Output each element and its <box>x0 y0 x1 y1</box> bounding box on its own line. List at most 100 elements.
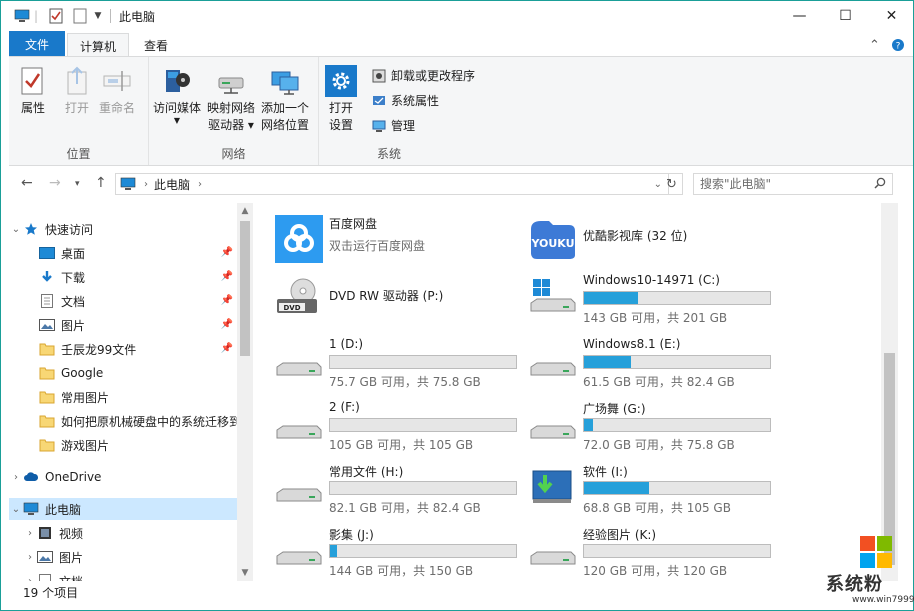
drive-tile-d[interactable]: 1 (D:) 75.7 GB 可用，共 75.8 GB <box>261 329 521 389</box>
search-input[interactable] <box>700 177 860 191</box>
nav-item-documents[interactable]: 文档 📌 <box>9 290 237 312</box>
app-tile-baidu[interactable]: 百度网盘 双击运行百度网盘 <box>261 207 521 263</box>
nav-item-folder-migrate[interactable]: 如何把原机械硬盘中的系统迁移到 <box>9 410 237 432</box>
settings-gear-icon <box>325 65 357 97</box>
item-count: 19 个项目 <box>23 585 79 600</box>
star-icon <box>23 221 39 237</box>
search-icon[interactable] <box>874 177 886 192</box>
tab-file[interactable]: 文件 <box>9 31 65 57</box>
scroll-up-icon[interactable]: ▲ <box>237 203 253 219</box>
tab-computer[interactable]: 计算机 <box>67 33 129 58</box>
collapse-ribbon-icon[interactable]: ⌃ <box>869 38 880 53</box>
pin-icon[interactable]: 📌 <box>221 343 233 354</box>
this-pc-icon[interactable] <box>13 7 31 25</box>
pin-icon[interactable]: 📌 <box>221 247 233 258</box>
nav-this-pc[interactable]: ⌄ 此电脑 <box>9 498 237 520</box>
nav-pc-videos[interactable]: › 视频 <box>9 522 237 544</box>
expand-chevron-icon[interactable]: ⌄ <box>9 504 23 515</box>
nav-item-folder-common-pics[interactable]: 常用图片 <box>9 386 237 408</box>
video-icon <box>37 525 53 541</box>
nav-item-folder-game-pics[interactable]: 游戏图片 <box>9 434 237 456</box>
back-arrow-icon[interactable]: ← <box>21 175 33 191</box>
folder-icon <box>39 389 55 405</box>
recent-locations-chevron-icon[interactable]: ▾ <box>75 179 80 189</box>
nav-pc-documents[interactable]: › 文档 <box>9 570 237 581</box>
add-network-location-button[interactable]: 添加一个 网络位置 <box>261 65 309 134</box>
open-settings-button[interactable]: 打开 设置 <box>325 65 357 134</box>
up-arrow-icon[interactable]: ↑ <box>95 175 107 191</box>
minimize-button[interactable]: — <box>777 1 822 31</box>
drive-usage-bar <box>583 291 771 305</box>
tab-view[interactable]: 查看 <box>131 33 181 57</box>
nav-item-label: 常用图片 <box>61 390 110 405</box>
uninstall-button[interactable]: 卸载或更改程序 <box>371 67 475 84</box>
pin-icon[interactable]: 📌 <box>221 319 233 330</box>
ribbon: 属性 打开 重命名 位置 访问媒体 ▼ 映射网络 驱动器 ▾ 添加一个 网络位置… <box>9 56 913 166</box>
drive-tile-g[interactable]: 广场舞 (G:) 72.0 GB 可用，共 75.8 GB <box>515 392 775 452</box>
content-scroll-thumb[interactable] <box>884 353 895 565</box>
nav-onedrive[interactable]: › OneDrive <box>9 466 237 488</box>
expand-chevron-icon[interactable]: › <box>23 528 37 539</box>
expand-chevron-icon[interactable]: ⌄ <box>9 224 23 235</box>
drive-tile-j[interactable]: 影集 (J:) 144 GB 可用，共 150 GB <box>261 518 521 578</box>
drive-name: 1 (D:) <box>329 337 364 351</box>
system-properties-icon <box>371 93 387 109</box>
content-scrollbar[interactable] <box>881 203 898 581</box>
drive-tile-h[interactable]: 常用文件 (H:) 82.1 GB 可用，共 82.4 GB <box>261 455 521 515</box>
drive-usage-bar <box>329 481 517 495</box>
new-folder-qa-icon[interactable] <box>71 7 89 25</box>
rename-icon <box>101 65 133 97</box>
pin-icon[interactable]: 📌 <box>221 271 233 282</box>
pin-icon[interactable]: 📌 <box>221 295 233 306</box>
customize-qa-icon[interactable]: ▼ <box>91 7 105 25</box>
drive-tile-e[interactable]: Windows8.1 (E:) 61.5 GB 可用，共 82.4 GB <box>515 329 775 389</box>
rename-button: 重命名 <box>99 65 135 117</box>
manage-icon <box>371 118 387 134</box>
properties-icon <box>17 65 49 97</box>
drive-tile-c[interactable]: Windows10-14971 (C:) 143 GB 可用，共 201 GB <box>515 265 775 325</box>
content-area: 百度网盘 双击运行百度网盘 YOUKU 优酷影视库 (32 位) DVD DVD… <box>261 203 881 581</box>
system-properties-button[interactable]: 系统属性 <box>371 92 439 109</box>
help-icon[interactable]: ? <box>891 38 905 56</box>
breadcrumb-this-pc[interactable]: 此电脑 <box>154 176 190 193</box>
expand-chevron-icon[interactable]: › <box>23 552 37 563</box>
nav-pc-pictures[interactable]: › 图片 <box>9 546 237 568</box>
access-media-button[interactable]: 访问媒体 ▼ <box>153 65 201 125</box>
nav-item-downloads[interactable]: 下载 📌 <box>9 266 237 288</box>
qa-separator: | <box>33 9 39 23</box>
nav-item-label: 图片 <box>61 318 86 333</box>
drive-tile-k[interactable]: 经验图片 (K:) 120 GB 可用，共 120 GB <box>515 518 775 578</box>
expand-chevron-icon[interactable]: › <box>9 472 23 483</box>
nav-item-label: 图片 <box>59 550 84 565</box>
nav-item-desktop[interactable]: 桌面 📌 <box>9 242 237 264</box>
nav-quick-access[interactable]: ⌄ 快速访问 <box>9 218 237 240</box>
nav-item-folder-1[interactable]: 壬辰龙99文件 📌 <box>9 338 237 360</box>
properties-qa-icon[interactable] <box>47 7 65 25</box>
nav-scrollbar[interactable]: ▲ ▼ <box>237 203 253 581</box>
breadcrumb-chevron-icon-2[interactable]: › <box>198 179 202 190</box>
document-icon <box>37 573 53 581</box>
nav-quick-access-label: 快速访问 <box>45 222 94 237</box>
scroll-down-icon[interactable]: ▼ <box>237 565 253 581</box>
search-box[interactable] <box>693 173 893 195</box>
uninstall-icon <box>371 68 387 84</box>
drive-tile-dvd[interactable]: DVD DVD RW 驱动器 (P:) <box>261 269 521 325</box>
breadcrumb-chevron-icon[interactable]: › <box>144 179 148 190</box>
close-button[interactable]: ✕ <box>869 1 913 31</box>
manage-button[interactable]: 管理 <box>371 117 415 134</box>
map-drive-button[interactable]: 映射网络 驱动器 ▾ <box>207 65 255 134</box>
forward-arrow-icon[interactable]: → <box>49 175 61 191</box>
nav-item-folder-google[interactable]: Google <box>9 362 237 384</box>
drive-tile-i[interactable]: 软件 (I:) 68.8 GB 可用，共 105 GB <box>515 455 775 515</box>
properties-button[interactable]: 属性 <box>17 65 49 117</box>
address-bar[interactable]: › 此电脑 › ⌄ <box>115 173 669 195</box>
drive-tile-f[interactable]: 2 (F:) 105 GB 可用，共 105 GB <box>261 392 521 452</box>
access-media-dropdown-icon: ▼ <box>173 116 181 125</box>
drive-name: Windows8.1 (E:) <box>583 337 681 351</box>
maximize-button[interactable]: ☐ <box>823 1 868 31</box>
nav-scroll-thumb[interactable] <box>240 221 250 356</box>
nav-item-pictures[interactable]: 图片 📌 <box>9 314 237 336</box>
group-location-label: 位置 <box>66 147 91 161</box>
drive-name: Windows10-14971 (C:) <box>583 273 720 287</box>
refresh-icon[interactable]: ↻ <box>661 173 683 195</box>
